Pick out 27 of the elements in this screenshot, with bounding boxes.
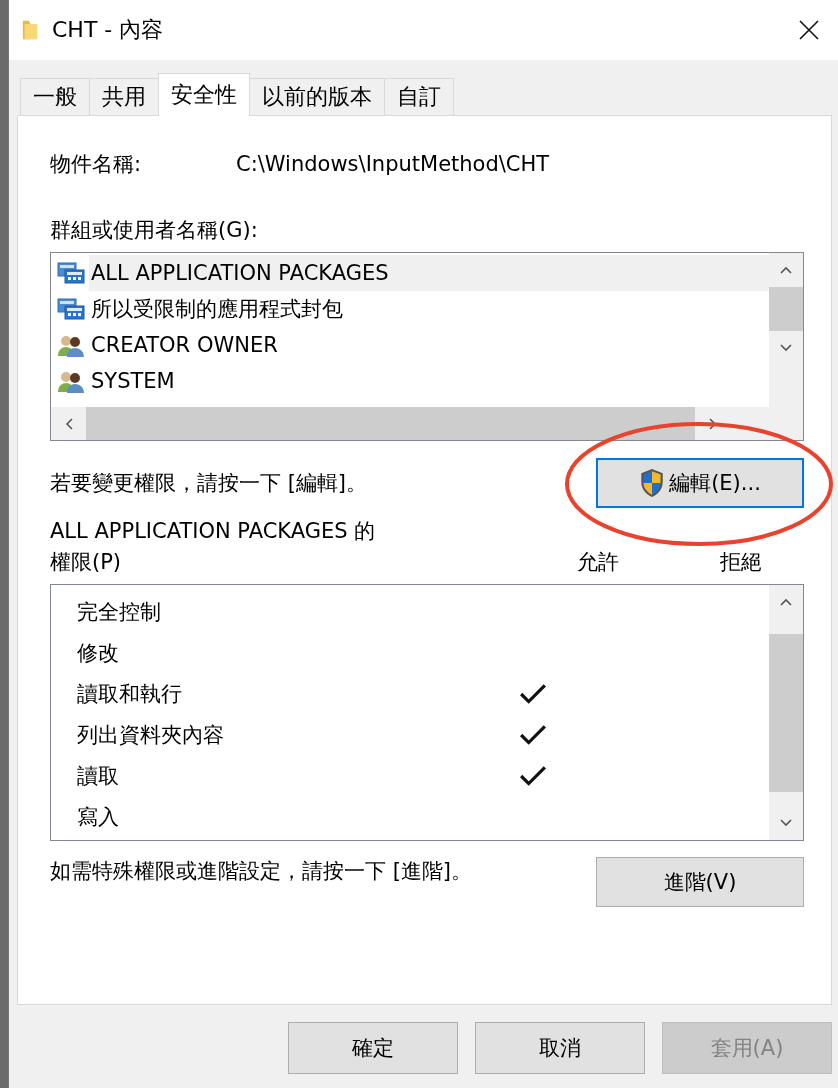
column-header: 拒絕 bbox=[720, 549, 763, 576]
edit-hint: 若要變更權限，請按一下 [編輯]。 bbox=[50, 470, 368, 497]
group-item[interactable]: 所以受限制的應用程式封包 bbox=[89, 291, 769, 327]
group-item[interactable]: SYSTEM bbox=[89, 363, 769, 399]
permissions-label: 權限(P) bbox=[50, 549, 123, 576]
dialog-button[interactable]: 取消 bbox=[475, 1022, 645, 1074]
permission-name: 完全控制 bbox=[77, 599, 161, 624]
advanced-hint: 如需特殊權限或進階設定，請按一下 [進階]。 bbox=[50, 858, 473, 885]
object-name-value: C:\Windows\InputMethod\CHT bbox=[236, 152, 550, 176]
permission-name: 讀取 bbox=[77, 763, 119, 788]
groups-label: 群組或使用者名稱(G): bbox=[50, 217, 259, 244]
object-name-label: 物件名稱: bbox=[50, 151, 143, 178]
tab[interactable]: 一般 bbox=[20, 78, 90, 115]
group-item[interactable]: ALL APPLICATION PACKAGES bbox=[89, 255, 769, 291]
tab[interactable]: 自訂 bbox=[384, 78, 454, 115]
column-header: 允許 bbox=[577, 549, 620, 576]
permission-name: 讀取和執行 bbox=[77, 681, 182, 706]
tab[interactable]: 安全性 bbox=[158, 73, 250, 116]
edit-button[interactable]: 編輯(E)... bbox=[596, 458, 804, 508]
permission-name: 寫入 bbox=[77, 804, 119, 829]
group-item[interactable]: CREATOR OWNER bbox=[89, 327, 769, 363]
permissions-title: ALL APPLICATION PACKAGES 的 bbox=[50, 518, 377, 545]
window-title: CHT - 內容 bbox=[52, 16, 164, 44]
dialog-button[interactable]: 確定 bbox=[288, 1022, 458, 1074]
advanced-button[interactable]: 進階(V) bbox=[596, 857, 804, 907]
permission-name: 修改 bbox=[77, 640, 119, 665]
permission-name: 列出資料夾內容 bbox=[77, 722, 224, 747]
